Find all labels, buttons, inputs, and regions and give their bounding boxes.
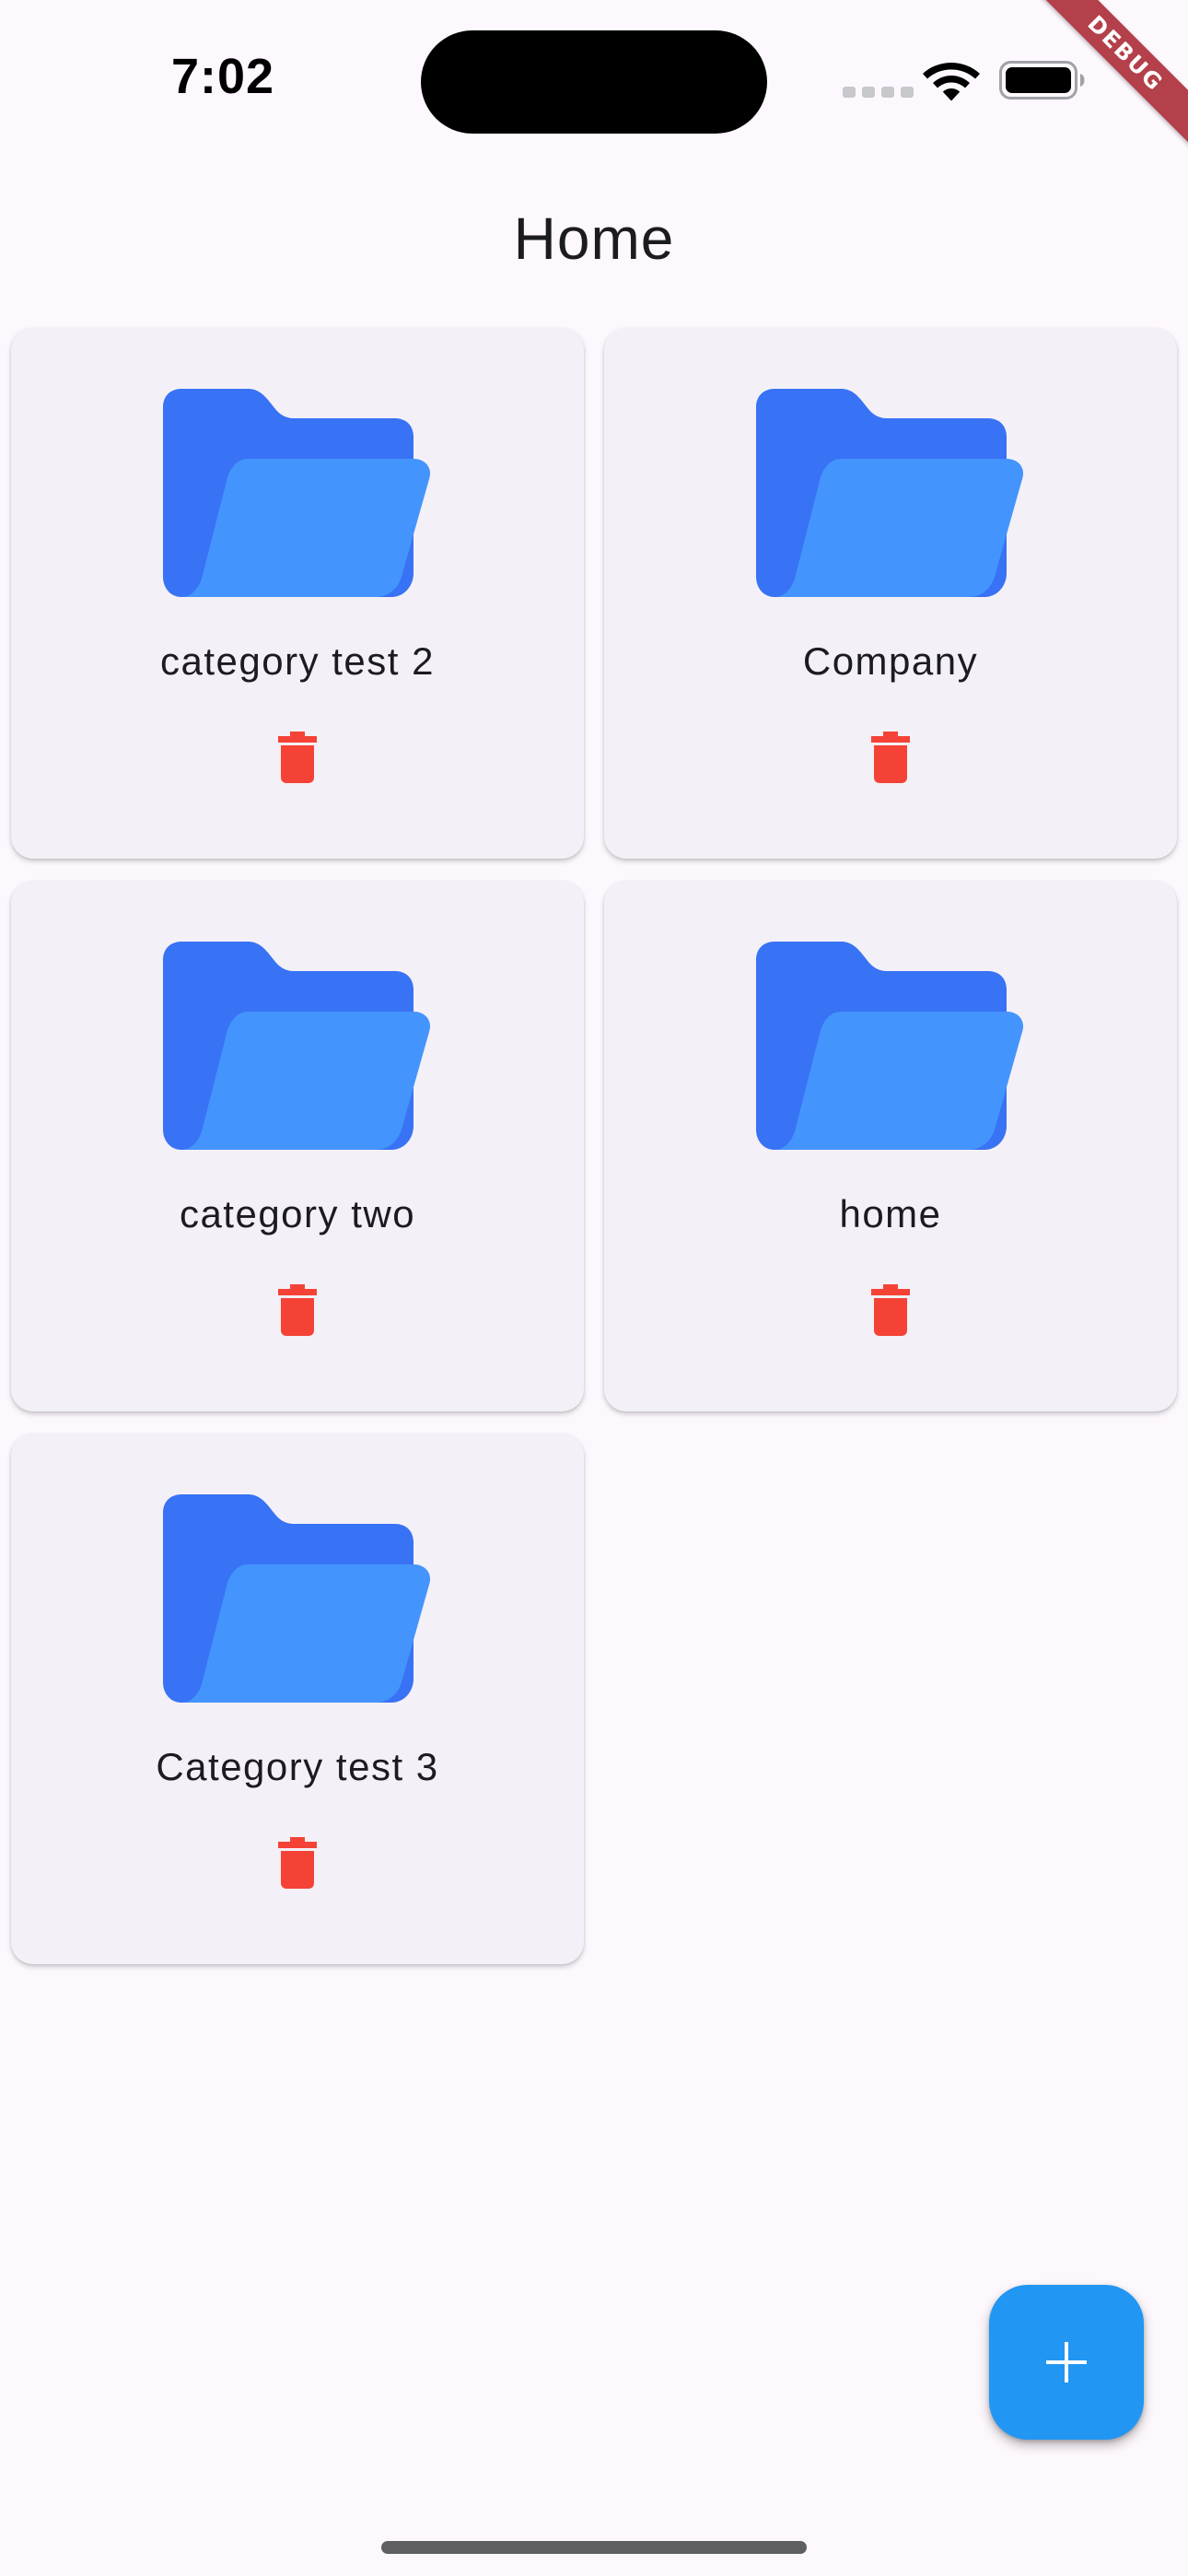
delete-button[interactable] <box>270 720 325 794</box>
debug-banner-label: DEBUG <box>1027 0 1188 152</box>
delete-icon <box>871 1284 910 1336</box>
delete-icon <box>278 732 317 783</box>
category-grid: category test 2 Company category two hom… <box>11 328 1177 1964</box>
category-card[interactable]: Company <box>604 328 1177 859</box>
category-name: Category test 3 <box>156 1745 439 1788</box>
folder-open-icon <box>163 389 431 597</box>
category-card[interactable]: Category test 3 <box>11 1434 584 1964</box>
folder-open-icon <box>163 942 431 1150</box>
plus-icon <box>1046 2342 1087 2383</box>
delete-button[interactable] <box>863 720 918 794</box>
category-card[interactable]: category two <box>11 881 584 1411</box>
category-name: home <box>839 1192 942 1235</box>
debug-banner: DEBUG <box>1022 0 1188 166</box>
status-bar-time: 7:02 <box>171 49 275 104</box>
folder-open-icon <box>756 942 1024 1150</box>
dynamic-island <box>421 30 767 134</box>
delete-button[interactable] <box>863 1273 918 1347</box>
category-name: Company <box>802 639 979 683</box>
wifi-icon <box>923 63 980 101</box>
delete-button[interactable] <box>270 1826 325 1900</box>
delete-icon <box>278 1284 317 1336</box>
category-name: category test 2 <box>160 639 435 683</box>
delete-icon <box>278 1837 317 1889</box>
delete-button[interactable] <box>270 1273 325 1347</box>
add-category-button[interactable] <box>989 2285 1144 2440</box>
home-indicator[interactable] <box>381 2541 807 2554</box>
category-card[interactable]: category test 2 <box>11 328 584 859</box>
category-card[interactable]: home <box>604 881 1177 1411</box>
delete-icon <box>871 732 910 783</box>
folder-open-icon <box>163 1494 431 1703</box>
category-name: category two <box>179 1192 416 1235</box>
page-title: Home <box>513 205 675 272</box>
folder-open-icon <box>756 389 1024 597</box>
cellular-signal-icon <box>843 87 914 98</box>
